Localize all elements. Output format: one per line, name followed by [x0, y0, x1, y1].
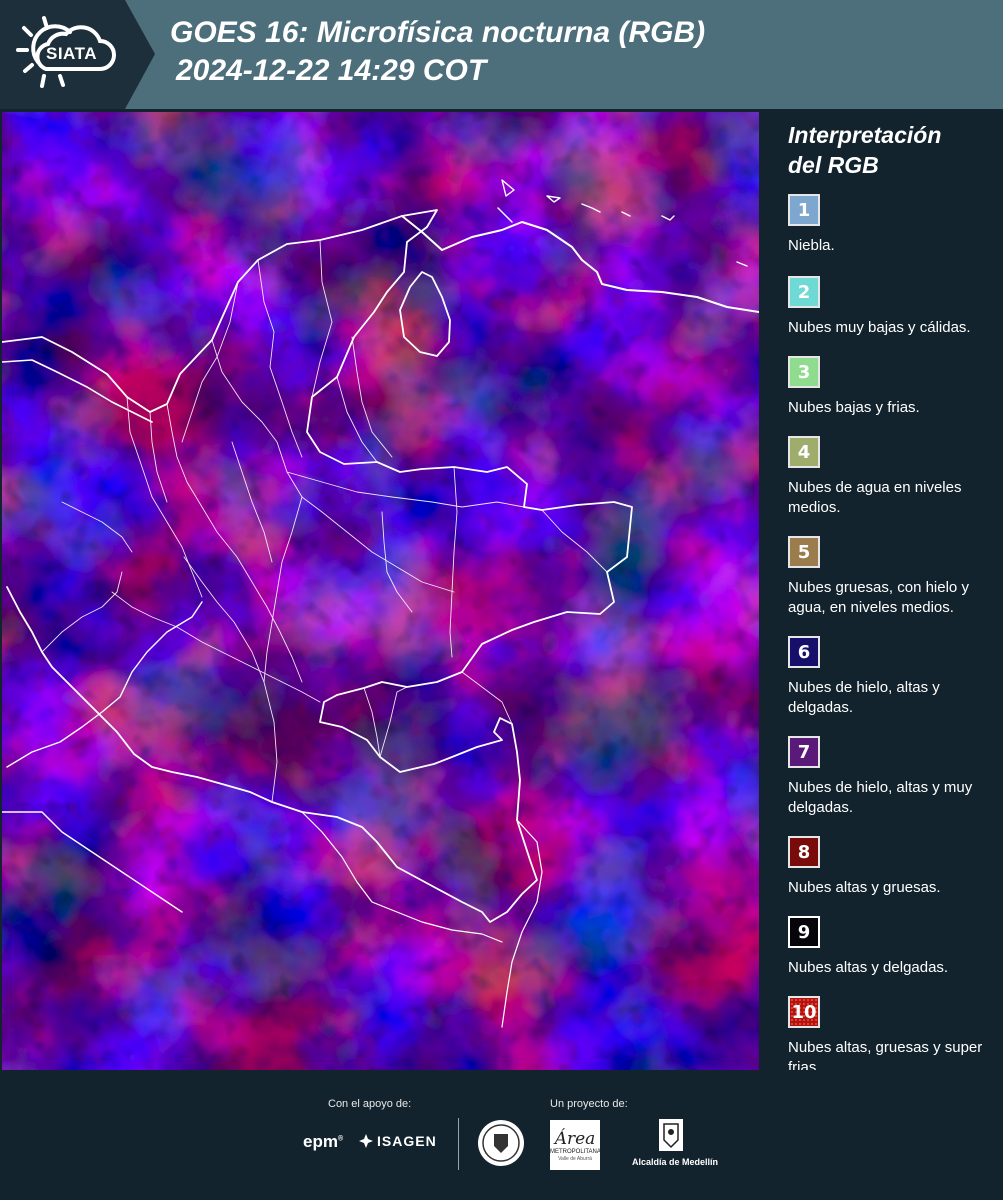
project-label: Un proyecto de:: [550, 1098, 628, 1110]
cloud-texture: [2, 112, 759, 1070]
legend-label-2: Nubes muy bajas y cálidas.: [788, 319, 971, 336]
legend-label-4: Nubes de agua en niveles medios.: [788, 479, 962, 516]
support-label: Con el apoyo de:: [328, 1098, 412, 1110]
legend-item-10: 10 Nubes altas, gruesas y super frias.: [788, 996, 998, 1078]
header-bar: SIATA GOES 16: Microfísica nocturna (RGB…: [0, 0, 1003, 109]
legend-title: Interpretación del RGB: [788, 120, 998, 180]
legend-item-5: 5 Nubes gruesas, con hielo y agua, en niv…: [788, 536, 998, 618]
footer-divider: [458, 1118, 459, 1170]
title-line-1: GOES 16: Microfísica nocturna (RGB): [170, 16, 706, 49]
seal-icon: [478, 1120, 524, 1166]
page-title: GOES 16: Microfísica nocturna (RGB) 2024…: [170, 14, 705, 90]
footer: Con el apoyo de: Un proyecto de: epm® IS…: [0, 1070, 1003, 1200]
area-logo-sub-2: Valle de Aburrá: [558, 1156, 592, 1162]
isagen-logo-text: ISAGEN: [377, 1133, 437, 1149]
area-logo-sub-1: METROPOLITANA: [550, 1149, 601, 1155]
legend-title-line-1: Interpretación: [788, 122, 942, 148]
title-line-2: 2024-12-22 14:29 COT: [176, 54, 487, 87]
legend-swatch-3: 3: [788, 356, 820, 388]
legend-item-2: 2 Nubes muy bajas y cálidas.: [788, 276, 998, 338]
legend-label-3: Nubes bajas y frias.: [788, 399, 920, 416]
coat-of-arms-icon: [659, 1119, 683, 1151]
legend-label-9: Nubes altas y delgadas.: [788, 959, 949, 976]
legend-swatch-6: 6: [788, 636, 820, 668]
epm-logo[interactable]: epm®: [303, 1132, 343, 1152]
legend-title-line-2: del RGB: [788, 152, 879, 178]
legend-swatch-2: 2: [788, 276, 820, 308]
legend-list: 1 Niebla. 2 Nubes muy bajas y cálidas. 3 Nube…: [776, 194, 998, 1078]
legend-swatch-10: 10: [788, 996, 820, 1028]
legend-label-5: Nubes gruesas, con hielo y agua, en nive…: [788, 579, 969, 616]
alcaldia-medellin-logo[interactable]: Alcaldía de Medellín: [632, 1118, 719, 1173]
legend-label-8: Nubes altas y gruesas.: [788, 879, 941, 896]
epm-logo-text: epm: [303, 1132, 338, 1151]
satellite-image: [2, 112, 759, 1070]
legend-item-4: 4 Nubes de agua en niveles medios.: [788, 436, 998, 518]
legend-swatch-4: 4: [788, 436, 820, 468]
legend-swatch-5: 5: [788, 536, 820, 568]
legend-swatch-8: 8: [788, 836, 820, 868]
isagen-icon: [359, 1134, 373, 1148]
area-metropolitana-logo[interactable]: Área METROPOLITANA Valle de Aburrá: [550, 1120, 601, 1170]
siata-logo[interactable]: SIATA: [16, 14, 126, 96]
isagen-logo[interactable]: ISAGEN: [358, 1133, 437, 1149]
legend-item-3: 3 Nubes bajas y frias.: [788, 356, 998, 418]
logo-text: SIATA: [46, 44, 97, 63]
satellite-map[interactable]: [2, 112, 759, 1070]
legend-item-6: 6 Nubes de hielo, altas y delgadas.: [788, 636, 998, 718]
legend-swatch-7: 7: [788, 736, 820, 768]
legend-item-9: 9 Nubes altas y delgadas.: [788, 916, 998, 978]
legend-item-1: 1 Niebla.: [788, 194, 998, 256]
legend-swatch-9: 9: [788, 916, 820, 948]
legend-swatch-1: 1: [788, 194, 820, 226]
alcaldia-text: Alcaldía de Medellín: [632, 1157, 719, 1167]
area-logo-main: Área: [554, 1129, 596, 1149]
legend-item-8: 8 Nubes altas y gruesas.: [788, 836, 998, 898]
legend-label-7: Nubes de hielo, altas y muy delgadas.: [788, 779, 973, 816]
legend-label-6: Nubes de hielo, altas y delgadas.: [788, 679, 940, 716]
university-seal-logo[interactable]: [476, 1118, 526, 1168]
legend-item-7: 7 Nubes de hielo, altas y muy delgadas.: [788, 736, 998, 818]
legend-label-1: Niebla.: [788, 237, 835, 254]
rgb-legend: Interpretación del RGB 1 Niebla. 2 Nubes mu…: [776, 118, 998, 1096]
